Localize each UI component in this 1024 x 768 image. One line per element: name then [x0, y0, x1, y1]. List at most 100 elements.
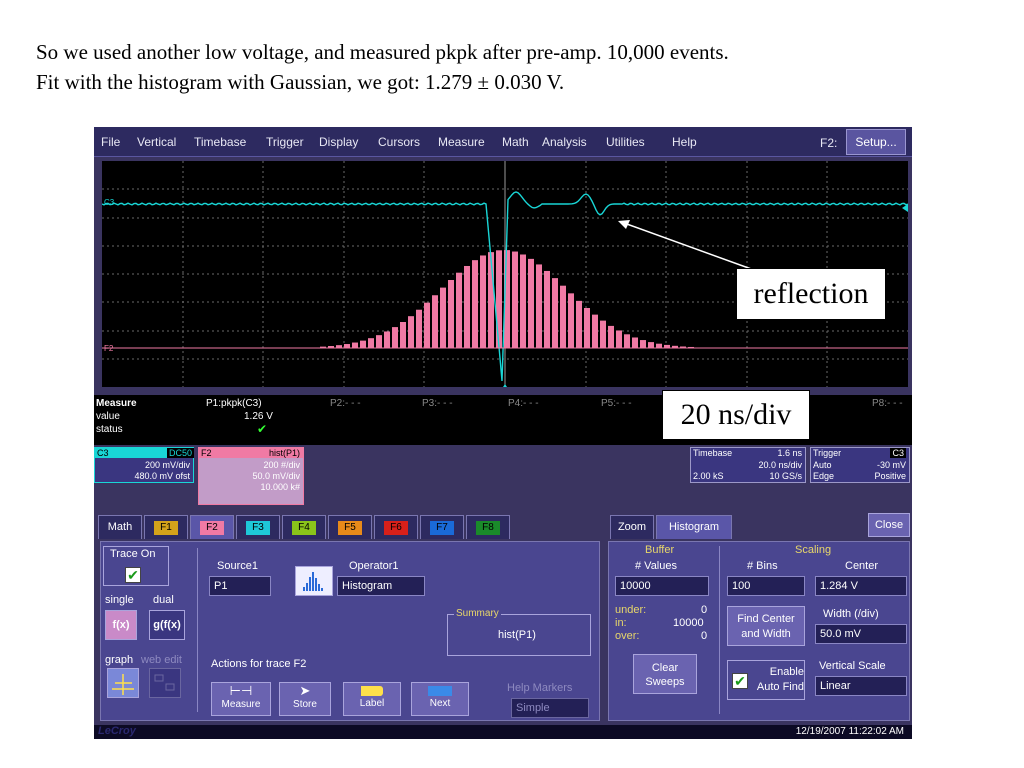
source1-field[interactable]: P1 — [209, 576, 271, 596]
label-tag-icon — [361, 686, 383, 696]
p1-header[interactable]: P1:pkpk(C3) — [206, 398, 262, 409]
trigger-card[interactable]: Trigger C3 Auto -30 mV Edge Positive — [810, 447, 910, 483]
histogram-bar — [416, 309, 422, 348]
operator1-field[interactable]: Histogram — [337, 576, 425, 596]
tab-f7[interactable]: F7 — [420, 515, 464, 539]
measure-action-button[interactable]: ⊢⊣ Measure — [211, 682, 271, 716]
histogram-bar — [448, 279, 454, 348]
f2-card-func: hist(P1) — [268, 448, 300, 458]
histogram-bar — [376, 335, 382, 348]
menu-analysis[interactable]: Analysis — [542, 135, 587, 149]
timebase-delay: 1.6 ns — [777, 448, 802, 458]
bins-field[interactable]: 100 — [727, 576, 805, 596]
help-markers-field[interactable]: Simple — [511, 698, 589, 718]
operator-histogram-button[interactable] — [295, 566, 333, 596]
clear-sweeps-button[interactable]: Clear Sweeps — [633, 654, 697, 694]
vertical-scale-field[interactable]: Linear — [815, 676, 907, 696]
p4-header[interactable]: P4:- - - — [508, 398, 539, 409]
tab-f3[interactable]: F3 — [236, 515, 280, 539]
menu-utilities[interactable]: Utilities — [606, 135, 645, 149]
find-center-width-button[interactable]: Find Center and Width — [727, 606, 805, 646]
histogram-bar — [520, 254, 526, 348]
next-action-button[interactable]: Next — [411, 682, 469, 716]
menu-trigger[interactable]: Trigger — [266, 135, 304, 149]
over-label: over: — [615, 630, 640, 642]
histogram-bar — [560, 285, 566, 348]
dual-gfx-button[interactable]: g(f(x) — [149, 610, 185, 640]
enable-auto-find-button[interactable]: ✔ Enable Auto Find — [727, 660, 805, 700]
summary-label: Summary — [454, 608, 501, 619]
histogram-bar — [536, 264, 542, 348]
c3-card-name: C3 — [97, 448, 109, 458]
timebase-card[interactable]: Timebase 1.6 ns 20.0 ns/div 2.00 kS 10 G… — [690, 447, 806, 483]
label-action-button[interactable]: Label — [343, 682, 401, 716]
center-field[interactable]: 1.284 V — [815, 576, 907, 596]
p5-header[interactable]: P5:- - - — [601, 398, 632, 409]
status-bar: LeCroy 12/19/2007 11:22:02 AM — [94, 725, 912, 739]
values-field[interactable]: 10000 — [615, 576, 709, 596]
histogram-bar — [400, 322, 406, 348]
graph-icon — [112, 674, 134, 695]
p3-header[interactable]: P3:- - - — [422, 398, 453, 409]
menu-display[interactable]: Display — [319, 135, 358, 149]
tab-f4[interactable]: F4 — [282, 515, 326, 539]
close-button[interactable]: Close — [868, 513, 910, 537]
timebase-div: 20.0 ns/div — [758, 460, 802, 470]
menu-timebase[interactable]: Timebase — [194, 135, 246, 149]
menu-file[interactable]: File — [101, 135, 120, 149]
slide-line-2: Fit with the histogram with Gaussian, we… — [36, 70, 565, 94]
under-label: under: — [615, 604, 647, 616]
menu-help[interactable]: Help — [672, 135, 697, 149]
bins-label: # Bins — [747, 560, 778, 572]
tab-f2[interactable]: F2 — [190, 515, 234, 539]
single-label: single — [105, 594, 134, 606]
trace-on-checkbox[interactable]: ✔ — [125, 567, 141, 583]
tab-f5[interactable]: F5 — [328, 515, 372, 539]
histogram-bar — [608, 325, 614, 348]
histogram-bar — [544, 270, 550, 348]
setup-button[interactable]: Setup... — [846, 129, 906, 155]
trace-on-box[interactable]: Trace On ✔ — [103, 546, 169, 586]
tab-f1[interactable]: F1 — [144, 515, 188, 539]
histogram-bar — [592, 314, 598, 348]
trigger-marker — [503, 384, 507, 387]
histogram-bar — [456, 272, 462, 348]
measure-title[interactable]: Measure — [96, 398, 137, 409]
menu-math[interactable]: Math — [502, 135, 529, 149]
graph-button[interactable] — [107, 668, 139, 698]
timebase-label: Timebase — [693, 448, 733, 458]
single-fx-button[interactable]: f(x) — [105, 610, 137, 640]
f2-panel: Trace On ✔ single dual f(x) g(f(x) graph… — [100, 541, 600, 721]
auto-find-checkbox[interactable]: ✔ — [732, 673, 748, 689]
trigger-slope: Positive — [874, 471, 906, 481]
histogram-bar — [432, 295, 438, 348]
f2-card-line2: 50.0 mV/div — [252, 471, 300, 481]
reflection-callout: reflection — [736, 268, 886, 320]
over-value: 0 — [701, 630, 708, 642]
p2-header[interactable]: P2:- - - — [330, 398, 361, 409]
c3-descriptor-card[interactable]: C3 DC50 200 mV/div 480.0 mV ofst — [94, 447, 195, 483]
tab-math[interactable]: Math — [98, 515, 142, 539]
f2-shortcut-label: F2: — [820, 136, 838, 150]
histogram-bar — [576, 300, 582, 348]
buffer-label: Buffer — [645, 544, 675, 556]
store-action-button[interactable]: ➤ Store — [279, 682, 331, 716]
summary-box: Summary hist(P1) — [447, 608, 591, 656]
web-edit-button[interactable] — [149, 668, 181, 698]
tab-histogram[interactable]: Histogram — [656, 515, 732, 539]
p8-header[interactable]: P8:- - - — [872, 398, 903, 409]
timebase-rate: 10 GS/s — [769, 471, 802, 481]
histogram-bar — [480, 255, 486, 348]
trigger-mode: Auto — [813, 460, 832, 470]
web-edit-icon — [154, 674, 175, 691]
width-field[interactable]: 50.0 mV — [815, 624, 907, 644]
f2-descriptor-card[interactable]: F2 hist(P1) 200 #/div 50.0 mV/div 10.000… — [198, 447, 304, 505]
menu-cursors[interactable]: Cursors — [378, 135, 420, 149]
store-icon: ➤ — [299, 683, 311, 698]
menu-vertical[interactable]: Vertical — [137, 135, 176, 149]
trace-on-label: Trace On — [110, 548, 156, 560]
menu-measure[interactable]: Measure — [438, 135, 485, 149]
tab-f6[interactable]: F6 — [374, 515, 418, 539]
tab-zoom[interactable]: Zoom — [610, 515, 654, 539]
tab-f8[interactable]: F8 — [466, 515, 510, 539]
